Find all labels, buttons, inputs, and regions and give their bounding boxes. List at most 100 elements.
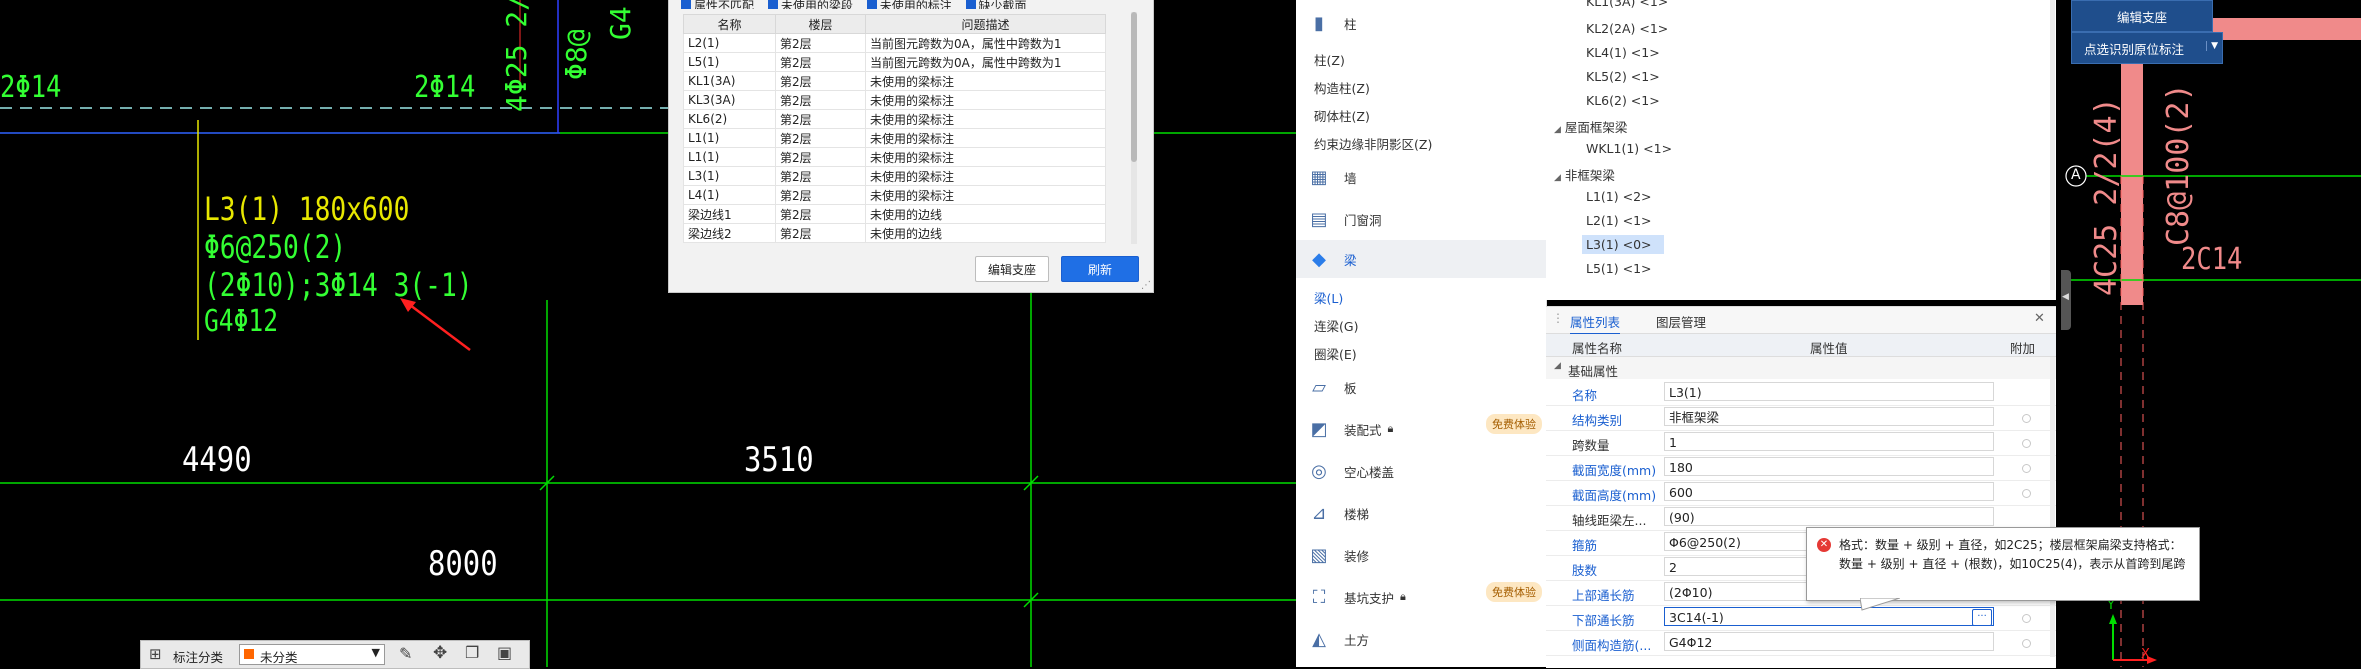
prop-row-side-rebar: 侧面构造筋(... G4Φ12 <box>1546 630 2056 656</box>
free-trial-badge[interactable]: 免费体验 <box>1486 582 1542 602</box>
nav-item-masonry-column[interactable]: 砌体柱(Z) <box>1314 106 1370 125</box>
prop-group-basic[interactable]: ◢ 基础属性 <box>1546 357 2056 379</box>
more-options-button[interactable]: ··· <box>1972 609 1992 626</box>
tree-item[interactable]: KL4(1) <1> <box>1586 45 1660 60</box>
attach-checkbox[interactable] <box>2022 464 2031 473</box>
tree-item[interactable]: L5(1) <1> <box>1586 261 1652 276</box>
edit-icon[interactable]: ✎ <box>399 644 412 663</box>
tree-item[interactable]: KL1(3A) <1> <box>1586 0 1668 9</box>
column-header[interactable]: 名称 <box>683 14 776 34</box>
column-rebar-vertical-text: 4C25 2/2(4) <box>2089 97 2124 296</box>
annotation-toolbar: ⊞ 标注分类 未分类 ▼ ✎ ✥ ❐ ▣ <box>140 640 530 669</box>
dimension-text: 8000 <box>428 544 498 584</box>
prop-label: 轴线距梁左... <box>1572 513 1647 528</box>
table-row[interactable]: L1(1) 第2层 未使用的梁标注 <box>683 147 1106 167</box>
attach-checkbox[interactable] <box>2022 639 2031 648</box>
table-row[interactable]: L3(1) 第2层 未使用的梁标注 <box>683 166 1106 186</box>
nav-category-slab[interactable]: ▱ 板 <box>1296 368 1546 406</box>
tab-layer-manage[interactable]: 图层管理 <box>1656 312 1706 331</box>
category-color-swatch <box>244 649 254 659</box>
nav-item-coupling-beam[interactable]: 连梁(G) <box>1314 316 1358 335</box>
lock-icon: 🔒︎ <box>1400 590 1406 603</box>
column-icon: ▮ <box>1314 12 1324 34</box>
table-row[interactable]: 梁边线1 第2层 未使用的边线 <box>683 204 1106 224</box>
tree-item[interactable]: KL6(2) <1> <box>1586 93 1660 108</box>
expand-icon[interactable]: ◢ <box>1554 173 1561 183</box>
table-row[interactable]: 梁边线2 第2层 未使用的边线 <box>683 223 1106 243</box>
prop-value-input[interactable]: G4Φ12 <box>1664 632 1994 651</box>
dropdown-arrow-icon[interactable]: ▼ <box>2206 41 2218 51</box>
paste-icon[interactable]: ▣ <box>497 643 512 662</box>
nav-category-wall[interactable]: ▦ 墙 <box>1296 158 1546 196</box>
issue-table: 名称 楼层 问题描述 L2(1) 第2层 当前图元跨数为0A，属性中跨数为1 L5(… <box>683 14 1106 243</box>
column-header[interactable]: 楼层 <box>775 14 866 34</box>
refresh-button[interactable]: 刷新 <box>1061 256 1139 282</box>
nav-category-door-window[interactable]: ▤ 门窗洞 <box>1296 200 1546 238</box>
nav-category-column[interactable]: ▮ 柱 <box>1296 4 1546 42</box>
tree-item[interactable]: L2(1) <1> <box>1586 213 1652 228</box>
table-row[interactable]: L2(1) 第2层 当前图元跨数为0A，属性中跨数为1 <box>683 33 1106 53</box>
hollow-slab-icon: ◎ <box>1311 460 1327 482</box>
tree-group-non-frame[interactable]: ◢ 非框架梁 <box>1554 165 1615 184</box>
prop-value-input[interactable]: 非框架梁 <box>1664 407 1994 426</box>
tree-item[interactable]: L1(1) <2> <box>1586 189 1652 204</box>
nav-category-earthwork[interactable]: ◭ 土方 <box>1296 620 1546 658</box>
category-icon: ⊞ <box>149 645 162 663</box>
scrollbar-thumb[interactable] <box>1131 12 1137 162</box>
prop-value-input[interactable]: 600 <box>1664 482 1994 501</box>
prop-value-input[interactable]: 1 <box>1664 432 1994 451</box>
copy-icon[interactable]: ❐ <box>465 643 479 662</box>
table-row[interactable]: L4(1) 第2层 未使用的梁标注 <box>683 185 1106 205</box>
prop-value-input-active[interactable]: 3C14(-1) <box>1664 607 1994 626</box>
expand-icon[interactable]: ◢ <box>1554 125 1561 135</box>
annotation-category-select[interactable]: 未分类 ▼ <box>239 644 385 665</box>
prop-label: 肢数 <box>1572 563 1598 578</box>
table-row[interactable]: L1(1) 第2层 未使用的梁标注 <box>683 128 1106 148</box>
nav-category-hollow-slab[interactable]: ◎ 空心楼盖 <box>1296 452 1546 490</box>
nav-item-constructional-column[interactable]: 构造柱(Z) <box>1314 78 1370 97</box>
attach-checkbox[interactable] <box>2022 439 2031 448</box>
nav-category-stairs[interactable]: ⊿ 楼梯 <box>1296 494 1546 532</box>
tree-group-roof[interactable]: ◢ 屋面框架梁 <box>1554 117 1627 136</box>
close-icon[interactable]: ✕ <box>2034 311 2045 326</box>
nav-item-ring-beam[interactable]: 圈梁(E) <box>1314 344 1357 363</box>
tree-item[interactable]: WKL1(1) <1> <box>1586 141 1672 156</box>
tab-property-list[interactable]: 属性列表 <box>1570 312 1621 335</box>
attach-checkbox[interactable] <box>2022 614 2031 623</box>
collapse-icon[interactable]: ◢ <box>1554 361 1561 371</box>
column-header[interactable]: 问题描述 <box>865 14 1106 34</box>
nav-item-beam[interactable]: 梁(L) <box>1314 288 1343 307</box>
table-scrollbar[interactable] <box>1131 12 1137 244</box>
issue-check-dialog: 属性不匹配 未使用的梁段 未使用的标注 缺少截面 名称 楼层 问题描述 L2(1… <box>668 0 1154 293</box>
pick-original-annotation-button[interactable]: 点选识别原位标注 ▼ <box>2071 32 2223 64</box>
category-select-value: 未分类 <box>260 650 298 665</box>
table-row[interactable]: KL6(2) 第2层 未使用的梁标注 <box>683 109 1106 129</box>
free-trial-badge[interactable]: 免费体验 <box>1486 414 1542 434</box>
drag-handle-icon[interactable]: ⋮ <box>1552 311 1564 325</box>
slab-icon: ▱ <box>1312 376 1326 398</box>
beam-label-stirrup: Φ6@250(2) <box>204 228 347 266</box>
nav-category-decoration[interactable]: ▧ 装修 <box>1296 536 1546 574</box>
table-row[interactable]: L5(1) 第2层 当前图元跨数为0A，属性中跨数为1 <box>683 52 1106 72</box>
tree-item[interactable]: KL5(2) <1> <box>1586 69 1660 84</box>
nav-category-beam[interactable]: ◆ 梁 <box>1296 240 1546 278</box>
door-window-icon: ▤ <box>1310 208 1328 230</box>
nav-item-column[interactable]: 柱(Z) <box>1314 50 1345 69</box>
edit-support-toolbar-button[interactable]: 编辑支座 <box>2071 0 2213 32</box>
attach-checkbox[interactable] <box>2022 489 2031 498</box>
prop-value-input[interactable]: L3(1) <box>1664 382 1994 401</box>
tree-item[interactable]: KL2(2A) <1> <box>1586 21 1668 36</box>
edit-support-button[interactable]: 编辑支座 <box>975 256 1049 282</box>
prop-scrollbar[interactable] <box>2050 357 2055 657</box>
nav-item-boundary-zone[interactable]: 约束边缘非阴影区(Z) <box>1314 134 1432 153</box>
table-row[interactable]: KL1(3A) 第2层 未使用的梁标注 <box>683 71 1106 91</box>
move-icon[interactable]: ✥ <box>433 643 447 663</box>
tree-scrollbar[interactable] <box>2050 0 2055 290</box>
cad-vertical-label: Φ8@ <box>560 29 593 80</box>
resize-grip-icon[interactable]: ⋰ <box>1141 280 1151 291</box>
tree-item-selected[interactable]: L3(1) <0> <box>1582 235 1664 254</box>
attach-checkbox[interactable] <box>2022 414 2031 423</box>
table-row[interactable]: KL3(3A) 第2层 未使用的梁标注 <box>683 90 1106 110</box>
prop-value-input[interactable]: (90) <box>1664 507 1994 526</box>
prop-value-input[interactable]: 180 <box>1664 457 1994 476</box>
